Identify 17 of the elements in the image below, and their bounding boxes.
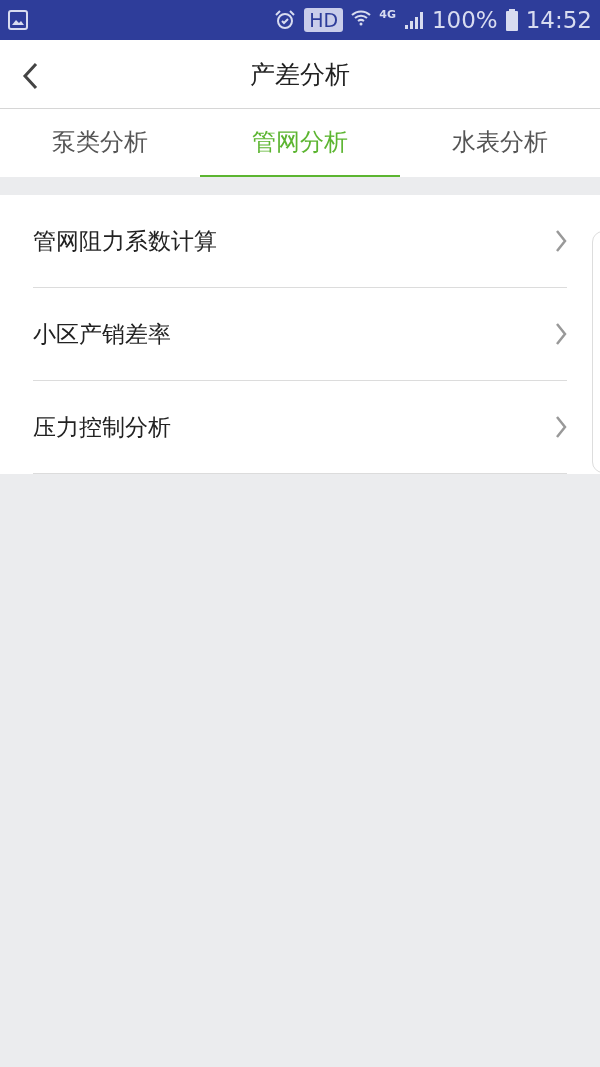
network-label: 4G xyxy=(379,8,396,21)
signal-icon xyxy=(403,10,424,30)
tab[interactable]: 水表分析 xyxy=(400,109,600,177)
tab[interactable]: 泵类分析 xyxy=(0,109,200,177)
hd-badge: HD xyxy=(304,8,344,32)
battery-icon xyxy=(505,9,518,31)
page-title: 产差分析 xyxy=(250,58,350,91)
battery-percent: 100% xyxy=(431,7,498,33)
chevron-icon xyxy=(555,415,567,439)
menu-item[interactable]: 压力控制分析 xyxy=(33,381,567,474)
alarm-icon xyxy=(274,9,297,31)
chevron-icon xyxy=(555,322,567,346)
menu-item[interactable]: 小区产销差率 xyxy=(33,288,567,381)
chevron-icon xyxy=(555,229,567,253)
image-icon xyxy=(8,10,28,30)
menu-item[interactable]: 管网阻力系数计算 xyxy=(33,195,567,288)
clock-time: 14:52 xyxy=(525,7,592,33)
